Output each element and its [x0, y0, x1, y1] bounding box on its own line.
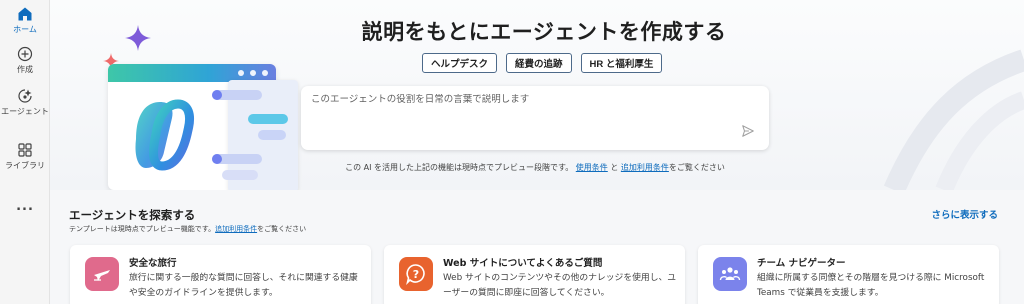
rail-item-library[interactable]: ライブラリ — [0, 142, 50, 171]
chip-helpdesk[interactable]: ヘルプデスク — [422, 53, 498, 73]
main-content: 説明をもとにエージェントを作成する ヘルプデスク 経費の追跡 HR と福利厚生 … — [50, 0, 1024, 304]
copilot-logo-icon — [135, 99, 195, 171]
rail-item-create[interactable]: 作成 — [0, 46, 50, 75]
preview-disclaimer: この AI を活用した上記の機能は現時点でプレビュー段階です。 使用条件 と 追… — [300, 162, 770, 173]
card-title: チーム ナビゲーター — [757, 258, 846, 269]
hero-section: 説明をもとにエージェントを作成する ヘルプデスク 経費の追跡 HR と福利厚生 … — [50, 0, 1024, 190]
window-dot — [238, 70, 244, 76]
section-title: エージェントを探索する — [69, 208, 196, 222]
question-bubble-icon: ? — [399, 257, 433, 291]
hero-illustration — [68, 20, 308, 190]
chip-hr-benefits[interactable]: HR と福利厚生 — [580, 53, 663, 73]
rail-item-home[interactable]: ホーム — [0, 6, 50, 35]
sparkle-icon — [125, 25, 151, 51]
library-icon — [18, 143, 32, 157]
suggestion-chips: ヘルプデスク 経費の追跡 HR と福利厚生 — [422, 53, 663, 73]
agent-description-box — [301, 86, 769, 150]
left-rail: ホーム 作成 エージェント ライブラリ ... — [0, 0, 50, 304]
chat-pill — [258, 130, 286, 140]
subtitle-text: テンプレートは現時点でプレビュー機能です。 — [69, 225, 216, 233]
disclaimer-text: をご覧ください — [668, 163, 725, 172]
home-icon — [18, 7, 32, 21]
template-card-website-faq[interactable]: ? Web サイトについてよくあるご質問 Web サイトのコンテンツやその他のナ… — [384, 245, 685, 304]
rail-item-label: ホーム — [13, 25, 37, 34]
window-dot — [262, 70, 268, 76]
card-title: Web サイトについてよくあるご質問 — [443, 258, 603, 269]
chat-pill — [212, 90, 222, 100]
card-description: Web サイトのコンテンツやその他のナレッジを使用し、ユーザーの質問に即座に回答… — [443, 273, 677, 298]
airplane-icon — [85, 257, 119, 291]
disclaimer-text: この AI を活用した上記の機能は現時点でプレビュー段階です。 — [345, 163, 574, 172]
chat-pill — [248, 114, 288, 124]
window-dot — [250, 70, 256, 76]
chat-pill — [222, 170, 258, 180]
page-title: 説明をもとにエージェントを作成する — [361, 20, 727, 44]
agent-icon — [18, 89, 32, 103]
subtitle-text: をご覧ください — [257, 225, 307, 233]
disclaimer-text: と — [610, 163, 619, 172]
card-description: 旅行に関する一般的な質問に回答し、それに関連する健康や安全のガイドラインを提供し… — [129, 273, 358, 298]
additional-terms-link[interactable]: 追加利用条件 — [621, 163, 669, 172]
chat-pill — [212, 154, 222, 164]
rail-item-agents[interactable]: エージェント — [0, 88, 50, 117]
people-icon — [713, 257, 747, 291]
card-description: 組織に所属する同僚とその階層を見つける際に Microsoft Teams で従… — [757, 273, 985, 298]
illustration-panel — [212, 80, 298, 190]
explore-agents-section: エージェントを探索する テンプレートは現時点でプレビュー機能です。追加利用条件を… — [50, 190, 1024, 304]
rail-item-more[interactable]: ... — [0, 199, 50, 214]
section-subtitle: テンプレートは現時点でプレビュー機能です。追加利用条件をご覧ください — [69, 224, 306, 234]
plus-circle-icon — [17, 46, 33, 62]
chip-expense-tracking[interactable]: 経費の追跡 — [506, 53, 572, 73]
agent-description-input[interactable] — [311, 94, 731, 105]
card-title: 安全な旅行 — [129, 258, 177, 269]
svg-text:?: ? — [413, 268, 419, 281]
additional-terms-link[interactable]: 追加利用条件 — [215, 225, 257, 233]
rail-item-label: ライブラリ — [5, 161, 45, 170]
template-card-safe-travel[interactable]: 安全な旅行 旅行に関する一般的な質問に回答し、それに関連する健康や安全のガイドラ… — [70, 245, 371, 304]
template-card-team-navigator[interactable]: チーム ナビゲーター 組織に所属する同僚とその階層を見つける際に Microso… — [698, 245, 999, 304]
see-more-link[interactable]: さらに表示する — [931, 207, 998, 221]
rail-item-label: 作成 — [17, 65, 33, 74]
more-icon: ... — [16, 199, 34, 214]
terms-of-use-link[interactable]: 使用条件 — [576, 163, 608, 172]
rail-item-label: エージェント — [1, 107, 49, 116]
send-icon[interactable] — [741, 124, 755, 138]
decorative-curves — [883, 49, 1024, 190]
